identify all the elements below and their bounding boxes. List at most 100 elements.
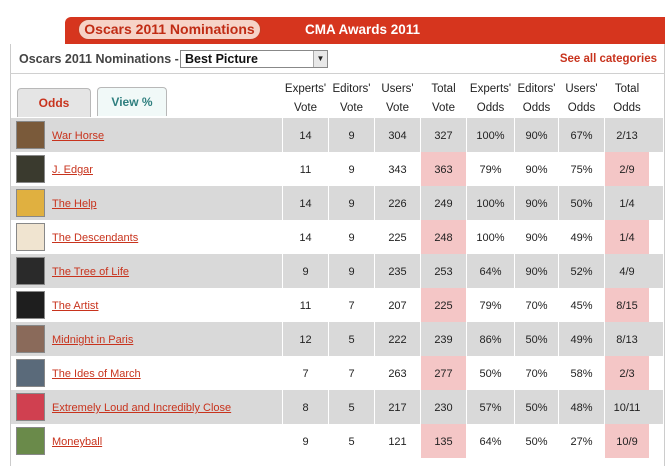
column-header-line: Experts' [284, 83, 327, 95]
column-header-line: Vote [293, 102, 318, 114]
table-cell: 58% [570, 368, 593, 380]
table-cell: 249 [434, 198, 453, 210]
column-header-line: Odds [567, 102, 596, 114]
tab-cma-awards-2011[interactable]: CMA Awards 2011 [305, 20, 425, 40]
poster-thumbnail [16, 291, 45, 319]
column-header-line: Total [614, 83, 640, 95]
table-cell: 235 [388, 266, 407, 278]
table-cell: 70% [525, 300, 548, 312]
poster-thumbnail [16, 189, 45, 217]
movie-title-link[interactable]: Extremely Loud and Incredibly Close [52, 402, 231, 414]
table-cell: 1/4 [619, 232, 635, 244]
table-cell: 207 [388, 300, 407, 312]
table-cell: 5 [348, 436, 355, 448]
poster-thumbnail [16, 393, 45, 421]
table-cell: 27% [570, 436, 593, 448]
table-cell: 4/9 [619, 266, 635, 278]
table-row: War Horse 14 9 304 327 100% 90% 67% 2/13 [11, 118, 663, 152]
table-cell: 67% [570, 130, 593, 142]
column-header-line: Experts' [469, 83, 512, 95]
column-header-line: Users' [565, 83, 598, 95]
table-cell: 49% [570, 334, 593, 346]
tab-oscars-2011[interactable]: Oscars 2011 Nominations [78, 19, 261, 40]
movie-title-link[interactable]: J. Edgar [52, 164, 93, 176]
table-cell: 8/13 [616, 334, 638, 346]
column-header-line: Editors' [332, 83, 371, 95]
see-all-categories-link[interactable]: See all categories [560, 53, 657, 65]
column-header: Users' Odds [559, 80, 604, 118]
table-cell: 230 [434, 402, 453, 414]
table-cell: 50% [525, 334, 548, 346]
tab-view-percent[interactable]: View % [97, 87, 167, 116]
column-header: Total Odds [605, 80, 649, 118]
table-cell: 50% [525, 402, 548, 414]
table-cell: 45% [570, 300, 593, 312]
movie-title-link[interactable]: The Ides of March [52, 368, 141, 380]
table-cell: 5 [348, 334, 355, 346]
movie-title-link[interactable]: Moneyball [52, 436, 102, 448]
movie-title-link[interactable]: The Descendants [52, 232, 138, 244]
table-cell: 7 [348, 368, 355, 380]
poster-thumbnail [16, 325, 45, 353]
table-cell: 100% [476, 130, 505, 142]
table-row: J. Edgar 11 9 343 363 79% 90% 75% 2/9 [11, 152, 663, 186]
category-select[interactable]: Best Picture ▼ [180, 50, 328, 68]
column-header-line: Odds [522, 102, 551, 114]
table-cell: 75% [570, 164, 593, 176]
table-cell: 1/4 [619, 198, 635, 210]
table-cell: 8 [302, 402, 309, 414]
poster-thumbnail [16, 121, 45, 149]
table-cell: 239 [434, 334, 453, 346]
table-cell: 90% [525, 232, 548, 244]
column-header-line: Vote [339, 102, 364, 114]
table-cell: 5 [348, 402, 355, 414]
column-header-line: Odds [476, 102, 505, 114]
table-cell: 64% [479, 266, 502, 278]
table-cell: 248 [434, 232, 453, 244]
table-cell: 343 [388, 164, 407, 176]
column-header-line: Vote [431, 102, 456, 114]
category-label: Oscars 2011 Nominations - [19, 52, 179, 66]
table-cell: 7 [348, 300, 355, 312]
table-cell: 9 [348, 130, 355, 142]
column-header-line: Editors' [517, 83, 556, 95]
table-cell: 9 [348, 198, 355, 210]
table-row: The Artist 11 7 207 225 79% 70% 45% 8/15 [11, 288, 663, 322]
table-cell: 11 [299, 300, 312, 312]
table-cell: 9 [348, 232, 355, 244]
table-cell: 8/15 [616, 300, 638, 312]
table-cell: 90% [525, 164, 548, 176]
column-header: Editors' Odds [515, 80, 558, 118]
table-cell: 10/11 [613, 402, 641, 414]
table-cell: 14 [299, 198, 312, 210]
table-row: The Tree of Life 9 9 235 253 64% 90% 52% 4/9 [11, 254, 663, 288]
table-cell: 14 [299, 130, 312, 142]
table-cell: 79% [479, 300, 502, 312]
table-cell: 49% [570, 232, 593, 244]
table-cell: 12 [299, 334, 312, 346]
table-cell: 64% [479, 436, 502, 448]
movie-title-link[interactable]: The Help [52, 198, 97, 210]
poster-thumbnail [16, 155, 45, 183]
table-cell: 90% [525, 266, 548, 278]
table-cell: 100% [476, 232, 505, 244]
movie-title-link[interactable]: The Artist [52, 300, 98, 312]
movie-title-link[interactable]: War Horse [52, 130, 104, 142]
table-cell: 253 [434, 266, 453, 278]
table-row: Midnight in Paris 12 5 222 239 86% 50% 49% 8/13 [11, 322, 663, 356]
table-cell: 10/9 [616, 436, 638, 448]
column-header-line: Users' [381, 83, 414, 95]
top-navigation: Oscars 2011 Nominations CMA Awards 2011 [0, 0, 665, 44]
table-cell: 57% [479, 402, 502, 414]
table-cell: 100% [476, 198, 505, 210]
column-header: Users' Vote [375, 80, 420, 118]
poster-thumbnail [16, 223, 45, 251]
dropdown-arrow-icon[interactable]: ▼ [313, 51, 327, 67]
table-row: The Help 14 9 226 249 100% 90% 50% 1/4 [11, 186, 663, 220]
table-cell: 90% [525, 198, 548, 210]
movie-title-link[interactable]: The Tree of Life [52, 266, 129, 278]
tab-odds[interactable]: Odds [17, 88, 91, 117]
movie-title-link[interactable]: Midnight in Paris [52, 334, 133, 346]
table-cell: 222 [388, 334, 407, 346]
category-bar: Oscars 2011 Nominations - Best Picture ▼… [10, 44, 665, 74]
